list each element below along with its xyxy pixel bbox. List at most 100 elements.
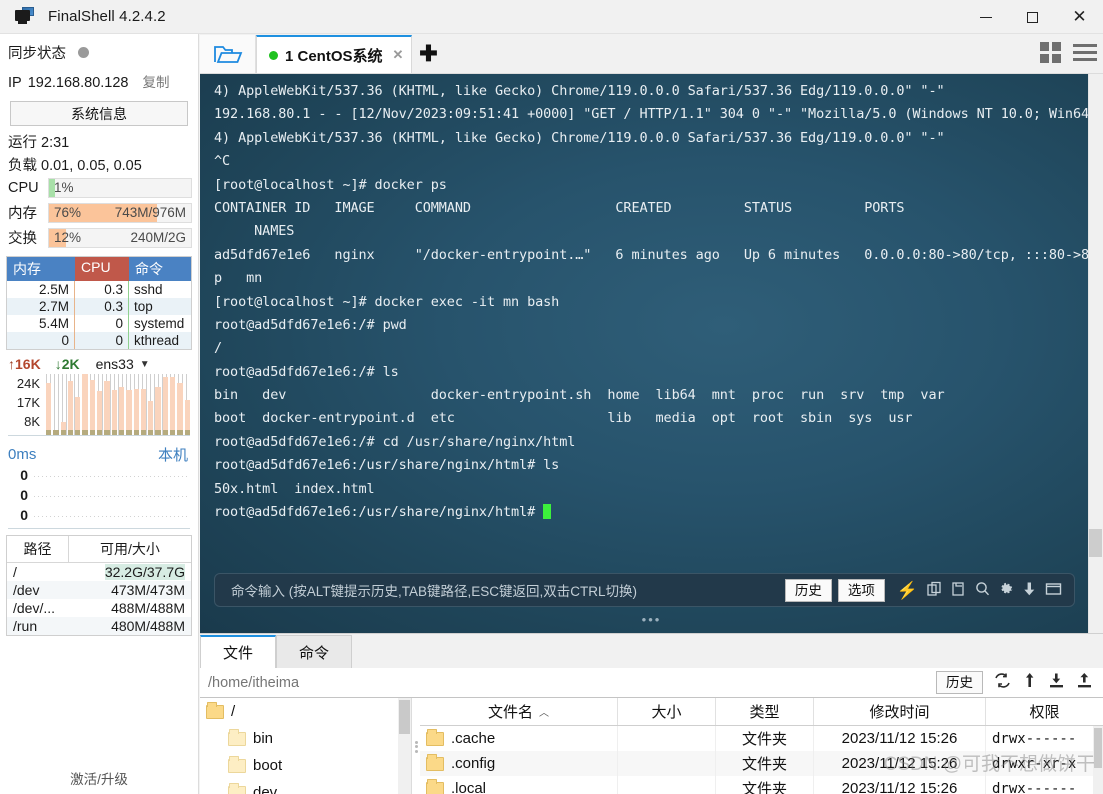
activate-upgrade-link[interactable]: 激活/升级 xyxy=(0,768,198,788)
terminal-text: 4) AppleWebKit/537.36 (KHTML, like Gecko… xyxy=(214,80,1103,524)
col-filename-label: 文件名 xyxy=(487,704,533,721)
file-list-scrollbar[interactable] xyxy=(1093,726,1103,794)
col-size[interactable]: 大小 xyxy=(618,698,716,725)
file-row[interactable]: .cache 文件夹 2023/11/12 15:26 drwx------ xyxy=(420,726,1103,751)
open-folder-icon[interactable] xyxy=(200,35,256,73)
col-filename[interactable]: 文件名 ︿ xyxy=(420,698,618,725)
file-panel-actions xyxy=(993,672,1103,693)
file-panel-tabs: 文件 命令 xyxy=(200,634,1103,668)
terminal-scrollbar[interactable] xyxy=(1088,74,1103,633)
download-icon[interactable] xyxy=(1023,581,1036,600)
hamburger-menu-icon[interactable] xyxy=(1073,44,1097,61)
command-input[interactable]: 命令输入 (按ALT键提示历史,TAB键路径,ESC键返回,双击CTRL切换) xyxy=(223,580,779,600)
disk-path: /run xyxy=(13,618,38,634)
tab-files[interactable]: 文件 xyxy=(200,635,277,668)
bolt-icon[interactable]: ⚡ xyxy=(897,582,918,599)
ping-chart-y-axis: 0 0 0 xyxy=(8,467,30,528)
disk-row[interactable]: /run 480M/488M xyxy=(7,617,191,635)
download-file-icon[interactable] xyxy=(1048,672,1065,693)
process-mem: 2.5M xyxy=(7,281,75,298)
file-list-header: 文件名 ︿ 大小 类型 修改时间 权限 xyxy=(420,698,1103,726)
search-icon[interactable] xyxy=(975,581,990,600)
upload-file-icon[interactable] xyxy=(1076,672,1093,693)
directory-tree[interactable]: / bin boot dev xyxy=(200,698,412,794)
meter-percent: 1% xyxy=(54,180,74,195)
upload-arrow-icon[interactable] xyxy=(1023,672,1037,693)
meter-label: CPU xyxy=(8,180,39,196)
meter-row-内存: 内存 76% 743M/976M xyxy=(0,200,198,225)
copy-ip-button[interactable]: 复制 xyxy=(143,71,170,91)
paste-icon[interactable] xyxy=(951,581,966,600)
tree-scrollbar-thumb[interactable] xyxy=(399,700,410,734)
tree-item[interactable]: boot xyxy=(200,752,411,779)
disk-row[interactable]: / 32.2G/37.7G xyxy=(7,563,191,581)
process-row[interactable]: 2.5M 0.3 sshd xyxy=(7,281,191,298)
refresh-icon[interactable] xyxy=(993,672,1012,693)
download-value: 2K xyxy=(61,356,80,372)
process-row[interactable]: 0 0 kthread xyxy=(7,332,191,349)
process-col-cpu[interactable]: CPU xyxy=(75,257,129,281)
maximize-button[interactable] xyxy=(1009,0,1056,34)
copy-icon[interactable] xyxy=(927,581,942,600)
system-info-button[interactable]: 系统信息 xyxy=(10,101,188,126)
terminal-line: bin dev docker-entrypoint.sh home lib64 … xyxy=(214,387,945,404)
meter-label: 内存 xyxy=(8,206,37,222)
network-y-label-0: 24K xyxy=(16,376,40,391)
new-tab-button[interactable]: ✚ xyxy=(412,35,444,73)
network-interface-label[interactable]: ens33 xyxy=(96,356,134,372)
gear-icon[interactable] xyxy=(999,581,1014,600)
process-col-mem[interactable]: 内存 xyxy=(7,257,75,281)
meter-percent: 12% xyxy=(54,229,82,245)
ping-host-label[interactable]: 本机 xyxy=(158,444,188,465)
disk-row[interactable]: /dev 473M/473M xyxy=(7,581,191,599)
tree-item-label: bin xyxy=(253,730,274,747)
tab-centos-system[interactable]: 1 CentOS系统 ✕ xyxy=(256,35,413,73)
panel-splitter[interactable] xyxy=(412,698,420,794)
path-input[interactable]: /home/itheima xyxy=(200,675,936,691)
terminal-line: root@ad5dfd67e1e6:/usr/share/nginx/html# xyxy=(214,501,1073,524)
minimize-button[interactable] xyxy=(962,0,1009,34)
disk-col-path[interactable]: 路径 xyxy=(7,536,69,562)
network-bar xyxy=(97,391,103,435)
panel-resize-grip[interactable]: ••• xyxy=(200,612,1103,627)
network-bar xyxy=(118,387,125,435)
folder-icon xyxy=(228,755,246,773)
file-list: 文件名 ︿ 大小 类型 修改时间 权限 .cache 文件夹 2023/11/12 1… xyxy=(420,698,1103,794)
disk-row[interactable]: /dev/... 488M/488M xyxy=(7,599,191,617)
file-row[interactable]: .local 文件夹 2023/11/12 15:26 drwx------ xyxy=(420,776,1103,794)
chevron-down-icon[interactable]: ▼ xyxy=(140,359,150,370)
terminal-output[interactable]: 4) AppleWebKit/537.36 (KHTML, like Gecko… xyxy=(200,74,1103,633)
process-mem: 5.4M xyxy=(7,315,75,332)
close-button[interactable]: ✕ xyxy=(1056,0,1103,34)
file-history-button[interactable]: 历史 xyxy=(936,671,983,694)
col-type[interactable]: 类型 xyxy=(716,698,814,725)
tree-scrollbar[interactable] xyxy=(398,698,411,794)
terminal-line: p mn xyxy=(214,270,263,287)
tab-close-icon[interactable]: ✕ xyxy=(393,47,404,63)
file-name-cell: .cache xyxy=(420,726,618,751)
tree-item[interactable]: / xyxy=(200,698,411,725)
folder-icon xyxy=(228,728,246,746)
disk-col-size[interactable]: 可用/大小 xyxy=(69,536,191,562)
file-list-body: .cache 文件夹 2023/11/12 15:26 drwx------ .conf… xyxy=(420,726,1103,794)
process-row[interactable]: 2.7M 0.3 top xyxy=(7,298,191,315)
col-permissions[interactable]: 权限 xyxy=(986,698,1103,725)
process-row[interactable]: 5.4M 0 systemd xyxy=(7,315,191,332)
grid-view-icon[interactable] xyxy=(1040,42,1061,63)
col-modified[interactable]: 修改时间 xyxy=(814,698,986,725)
disk-usage-table: 路径 可用/大小 / 32.2G/37.7G/dev 473M/473M/dev/.… xyxy=(6,535,192,636)
file-row[interactable]: .config 文件夹 2023/11/12 15:26 drwxr-xr-x xyxy=(420,751,1103,776)
ping-chart-plot xyxy=(34,467,190,528)
command-options-button[interactable]: 选项 xyxy=(837,578,885,602)
ping-y-label-1: 0 xyxy=(20,487,28,503)
process-col-cmd[interactable]: 命令 xyxy=(129,257,191,281)
tree-item[interactable]: dev xyxy=(200,779,411,794)
file-list-scrollbar-thumb[interactable] xyxy=(1094,728,1102,768)
terminal-scrollbar-thumb[interactable] xyxy=(1089,529,1102,557)
tab-commands[interactable]: 命令 xyxy=(276,635,353,668)
tree-item[interactable]: bin xyxy=(200,725,411,752)
command-history-button[interactable]: 历史 xyxy=(784,578,832,602)
file-type: 文件夹 xyxy=(716,776,814,794)
command-input-bar[interactable]: 命令输入 (按ALT键提示历史,TAB键路径,ESC键返回,双击CTRL切换) … xyxy=(214,573,1075,607)
window-icon[interactable] xyxy=(1045,581,1062,600)
